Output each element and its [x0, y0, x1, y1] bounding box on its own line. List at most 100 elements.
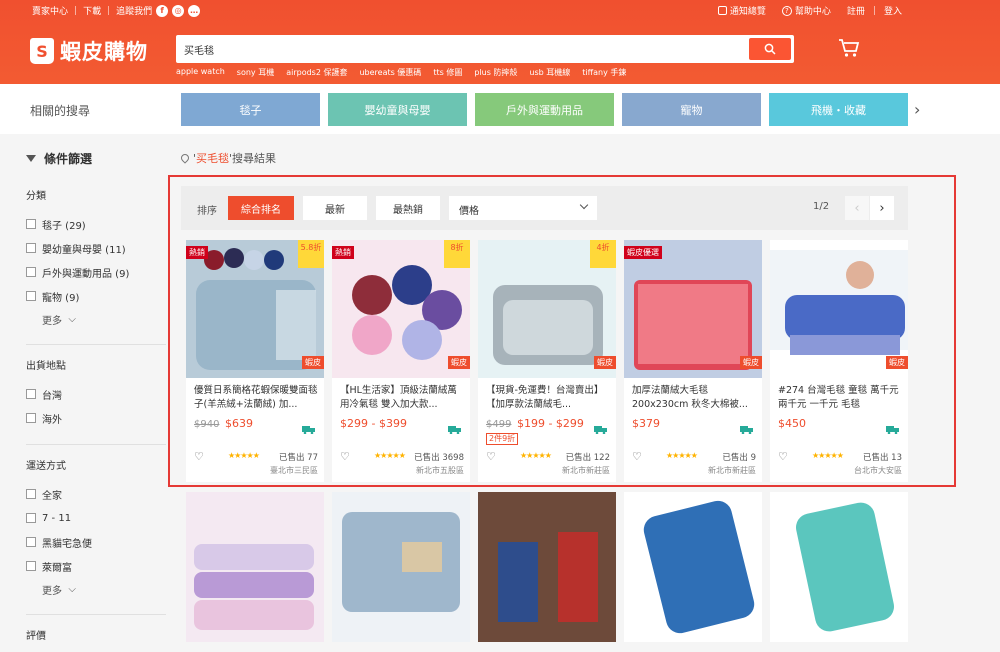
- checkbox[interactable]: [26, 267, 36, 277]
- hot-keyword-link[interactable]: tiffany 手鍊: [582, 67, 626, 78]
- filter-icon: [26, 155, 36, 162]
- sort-relevance-button[interactable]: 綜合排名: [228, 196, 294, 220]
- seller-center-link[interactable]: 賣家中心: [32, 4, 68, 17]
- checkbox[interactable]: [26, 513, 36, 523]
- hot-keyword-link[interactable]: usb 耳機線: [529, 67, 570, 78]
- heart-icon[interactable]: ♡: [486, 450, 496, 463]
- related-category-tile[interactable]: 毯子: [181, 93, 320, 126]
- hot-keyword-link[interactable]: ubereats 優惠碼: [359, 67, 421, 78]
- hot-keyword-link[interactable]: apple watch: [176, 67, 225, 78]
- filter-option[interactable]: 黑貓宅急便: [26, 530, 166, 554]
- sold-count: 已售出 13: [862, 453, 902, 463]
- checkbox[interactable]: [26, 243, 36, 253]
- related-category-tile[interactable]: 戶外與運動用品: [475, 93, 614, 126]
- product-badge: 熱銷: [186, 246, 208, 259]
- filter-title: 條件篩選: [26, 150, 166, 167]
- download-link[interactable]: 下載: [83, 4, 101, 17]
- chevron-right-icon[interactable]: ›: [914, 100, 920, 119]
- checkbox[interactable]: [26, 413, 36, 423]
- line-icon[interactable]: …: [188, 4, 201, 17]
- filter-option[interactable]: 台灣: [26, 382, 166, 406]
- rating-stars: ★★★★★: [374, 451, 406, 460]
- results-title: ' 买毛毯 '搜尋結果: [179, 150, 276, 166]
- product-card[interactable]: [186, 492, 324, 642]
- sort-price-select[interactable]: 價格: [449, 196, 597, 220]
- related-label: 相關的搜尋: [30, 104, 91, 118]
- filter-option[interactable]: 萊爾富: [26, 554, 166, 578]
- related-category-tile[interactable]: 寵物: [622, 93, 761, 126]
- checkbox[interactable]: [26, 389, 36, 399]
- checkbox[interactable]: [26, 219, 36, 229]
- heart-icon[interactable]: ♡: [632, 450, 642, 463]
- filter-option[interactable]: 戶外與運動用品 (9): [26, 260, 166, 284]
- search-bar: [176, 35, 794, 63]
- filter-option[interactable]: 7 - 11: [26, 506, 166, 530]
- top-bar: 賣家中心 | 下載 | 追蹤我們 f ◎ … 通知總覽 ? 幫助中心 註冊 | …: [0, 0, 1000, 20]
- filter-option[interactable]: 寵物 (9): [26, 284, 166, 308]
- next-page-button[interactable]: ›: [870, 196, 894, 220]
- facebook-icon[interactable]: f: [156, 4, 169, 17]
- product-card[interactable]: [770, 492, 908, 642]
- filter-option-label: 7 - 11: [42, 512, 72, 524]
- product-name: 【HL生活家】頂級法蘭絨萬用冷氣毯 雙入加大款...: [340, 385, 457, 410]
- shopee-logo[interactable]: S 蝦皮購物: [30, 36, 148, 66]
- related-category-tile[interactable]: 飛機・收藏: [769, 93, 908, 126]
- heart-icon[interactable]: ♡: [778, 450, 788, 463]
- free-shipping-icon: [448, 419, 462, 438]
- filter-option-label: 寵物 (9): [42, 292, 80, 304]
- login-link[interactable]: 登入: [884, 4, 902, 17]
- notifications-link[interactable]: 通知總覽: [717, 4, 766, 17]
- help-link[interactable]: ? 幫助中心: [781, 4, 831, 17]
- results-keyword: 买毛毯: [196, 152, 230, 165]
- product-price: $940 $639: [194, 417, 253, 430]
- instagram-icon[interactable]: ◎: [172, 4, 185, 17]
- shipping-more-button[interactable]: 更多 ⌵: [42, 578, 166, 600]
- product-name: 加厚法蘭絨大毛毯 200x230cm 秋冬大棉被...: [632, 385, 748, 410]
- product-card[interactable]: 蝦皮 #274 台灣毛毯 童毯 萬千元 兩千元 一千元 毛毯 $450 ♡ ★★★★★ 已…: [770, 240, 908, 482]
- search-button[interactable]: [749, 38, 791, 60]
- checkbox[interactable]: [26, 537, 36, 547]
- heart-icon[interactable]: ♡: [340, 450, 350, 463]
- search-input[interactable]: [184, 39, 734, 59]
- category-more-button[interactable]: 更多 ⌵: [42, 308, 166, 330]
- filter-option[interactable]: 嬰幼童與母嬰 (11): [26, 236, 166, 260]
- filter-option-label: 全家: [42, 490, 62, 502]
- help-icon: ?: [781, 5, 792, 16]
- sort-top-sales-button[interactable]: 最熱銷: [376, 196, 440, 220]
- checkbox[interactable]: [26, 489, 36, 499]
- product-card[interactable]: [478, 492, 616, 642]
- related-category-tile[interactable]: 嬰幼童與母嬰: [328, 93, 467, 126]
- filter-title-text: 條件篩選: [44, 152, 93, 166]
- sort-latest-button[interactable]: 最新: [303, 196, 367, 220]
- shop-location: 臺北市三民區: [270, 466, 318, 475]
- hot-keyword-link[interactable]: plus 防摔殼: [474, 67, 517, 78]
- product-card[interactable]: [332, 492, 470, 642]
- product-card[interactable]: [624, 492, 762, 642]
- filter-option[interactable]: 海外: [26, 406, 166, 430]
- hot-keyword-link[interactable]: sony 耳機: [237, 67, 274, 78]
- product-price: $379: [632, 417, 660, 430]
- hot-keyword-link[interactable]: airpods2 保護套: [286, 67, 347, 78]
- heart-icon[interactable]: ♡: [194, 450, 204, 463]
- sold-count: 已售出 3698: [414, 453, 464, 463]
- register-link[interactable]: 註冊: [847, 4, 865, 17]
- product-name: 【現貨-免運費！台灣賣出】【加厚款法蘭絨毛...: [486, 385, 604, 410]
- filter-option[interactable]: 毯子 (29): [26, 212, 166, 236]
- cart-button[interactable]: [838, 38, 860, 62]
- product-card[interactable]: 熱銷 8折 蝦皮 【HL生活家】頂級法蘭絨萬用冷氣毯 雙入加大款... $299 - $…: [332, 240, 470, 482]
- sold-count: 已售出 77: [278, 453, 318, 463]
- product-card[interactable]: 熱銷 5.8折 蝦皮 優質日系簡格花蝦保暖雙面毯子(羊羔絨+法蘭絨) 加... $940…: [186, 240, 324, 482]
- checkbox[interactable]: [26, 291, 36, 301]
- shopping-bag-icon: S: [30, 38, 54, 64]
- checkbox[interactable]: [26, 561, 36, 571]
- hot-keyword-link[interactable]: tts 修圖: [433, 67, 462, 78]
- prev-page-button[interactable]: ‹: [845, 196, 869, 220]
- product-card[interactable]: 4折 蝦皮 【現貨-免運費！台灣賣出】【加厚款法蘭絨毛... $499 $199 - …: [478, 240, 616, 482]
- divider: [26, 344, 166, 345]
- product-card[interactable]: 蝦皮優選 蝦皮 加厚法蘭絨大毛毯 200x230cm 秋冬大棉被... $379 ♡ ★★…: [624, 240, 762, 482]
- sold-count: 已售出 122: [565, 453, 610, 463]
- free-shipping-icon: [302, 419, 316, 438]
- filter-sidebar: 條件篩選 分類 毯子 (29) 嬰幼童與母嬰 (11) 戶外與運動用品 (9) 寵物 …: [26, 150, 166, 652]
- original-price: $940: [194, 419, 220, 430]
- filter-option[interactable]: 全家: [26, 482, 166, 506]
